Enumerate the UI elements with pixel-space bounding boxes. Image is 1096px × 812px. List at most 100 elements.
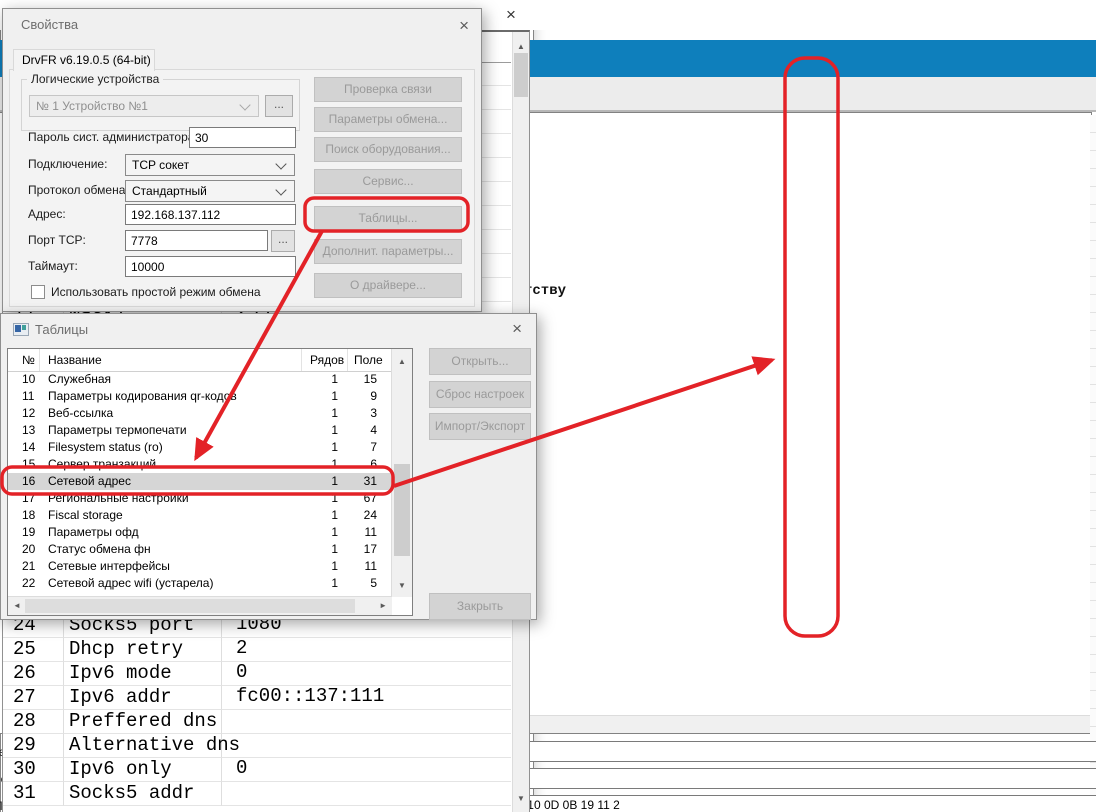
- address-input[interactable]: [125, 204, 296, 225]
- import-export-button[interactable]: Импорт/Экспорт: [429, 413, 531, 440]
- simple-mode-checkbox[interactable]: [31, 285, 45, 299]
- props-button-5[interactable]: Таблицы...: [314, 206, 462, 231]
- port-ellipsis-button[interactable]: ...: [271, 230, 295, 252]
- column-header-num[interactable]: №: [8, 349, 40, 371]
- scrollbar-thumb[interactable]: [514, 53, 528, 97]
- cell: 7: [348, 439, 392, 456]
- cell: Filesystem status (ro): [40, 439, 302, 456]
- cell: [222, 710, 511, 734]
- cell: 19: [8, 524, 40, 541]
- cell: 1: [302, 405, 348, 422]
- props-button-3[interactable]: Поиск оборудования...: [314, 137, 462, 162]
- cell: 15: [8, 456, 40, 473]
- tables-row-16[interactable]: 16Сетевой адрес131: [8, 473, 392, 490]
- cell: Веб-ссылка: [40, 405, 302, 422]
- tab-drvfr[interactable]: DrvFR v6.19.0.5 (64-bit): [13, 49, 155, 71]
- close-icon[interactable]: ×: [459, 17, 469, 34]
- properties-window: Свойства × DrvFR v6.19.0.5 (64-bit) Логи…: [2, 8, 482, 312]
- tables-row-21[interactable]: 21Сетевые интерфейсы111: [8, 558, 392, 575]
- column-header-name[interactable]: Название: [40, 349, 302, 371]
- props-button-4[interactable]: Сервис...: [314, 169, 462, 194]
- scroll-right-icon[interactable]: ►: [379, 597, 387, 614]
- tables-row-20[interactable]: 20Статус обмена фн117: [8, 541, 392, 558]
- tables-row-12[interactable]: 12Веб-ссылка13: [8, 405, 392, 422]
- tables-row-15[interactable]: 15Сервер транзакций16: [8, 456, 392, 473]
- tables-row-22[interactable]: 22Сетевой адрес wifi (устарела)15: [8, 575, 392, 592]
- tables-list-header: №НазваниеРядовПоле: [8, 349, 392, 372]
- logical-devices-label: Логические устройства: [27, 72, 163, 86]
- close-icon[interactable]: ×: [512, 320, 522, 337]
- cell: 29: [3, 734, 64, 758]
- network-row-26[interactable]: 26Ipv6 mode0: [3, 662, 511, 686]
- column-header-rows[interactable]: Рядов: [302, 349, 348, 371]
- device-combo[interactable]: № 1 Устройство №1: [29, 95, 259, 117]
- cell: 0: [222, 758, 511, 782]
- open-button[interactable]: Открыть...: [429, 348, 531, 375]
- cell: 16: [8, 473, 40, 490]
- chevron-down-icon: [275, 158, 286, 169]
- scroll-up-icon[interactable]: ▲: [398, 353, 406, 370]
- port-input[interactable]: [125, 230, 268, 251]
- cell: Параметры офд: [40, 524, 302, 541]
- tables-row-11[interactable]: 11Параметры кодирования qr-кодов19: [8, 388, 392, 405]
- tables-window: Таблицы × №НазваниеРядовПоле 10Служебная…: [0, 313, 537, 620]
- tables-hscrollbar[interactable]: ◄ ►: [8, 596, 392, 615]
- cell: 22: [8, 575, 40, 592]
- close-icon[interactable]: ×: [494, 0, 528, 30]
- cell: 9: [348, 388, 392, 405]
- network-row-31[interactable]: 31Socks5 addr: [3, 782, 511, 806]
- scrollbar-thumb[interactable]: [394, 464, 410, 556]
- timeout-input[interactable]: [125, 256, 296, 277]
- tables-row-10[interactable]: 10Служебная115: [8, 371, 392, 388]
- tables-row-18[interactable]: 18Fiscal storage124: [8, 507, 392, 524]
- cell: Preffered dns: [64, 710, 222, 734]
- address-label: Адрес:: [28, 207, 66, 221]
- tables-vscrollbar[interactable]: ▲ ▼: [391, 349, 412, 597]
- window-title: Свойства: [21, 17, 78, 32]
- tables-row-14[interactable]: 14Filesystem status (ro)17: [8, 439, 392, 456]
- cell: 1: [302, 388, 348, 405]
- cell: 4: [348, 422, 392, 439]
- device-ellipsis-button[interactable]: ...: [265, 95, 293, 117]
- cell: 18: [8, 507, 40, 524]
- scroll-down-icon[interactable]: ▼: [398, 577, 406, 594]
- cell: 67: [348, 490, 392, 507]
- cell: [222, 782, 511, 806]
- reset-settings-button[interactable]: Сброс настроек: [429, 381, 531, 408]
- connection-label: Подключение:: [28, 157, 107, 171]
- tables-row-17[interactable]: 17Региональные настройки167: [8, 490, 392, 507]
- tables-rows: 10Служебная11511Параметры кодирования qr…: [8, 371, 392, 592]
- scrollbar-thumb[interactable]: [25, 599, 355, 613]
- network-row-25[interactable]: 25Dhcp retry2: [3, 638, 511, 662]
- close-button[interactable]: Закрыть: [429, 593, 531, 620]
- cell: Alternative dns: [64, 734, 222, 758]
- network-row-28[interactable]: 28Preffered dns: [3, 710, 511, 734]
- tables-row-13[interactable]: 13Параметры термопечати14: [8, 422, 392, 439]
- cell: Сетевые интерфейсы: [40, 558, 302, 575]
- cell: 0: [222, 662, 511, 686]
- window-icon: [13, 323, 29, 336]
- timeout-label: Таймаут:: [28, 259, 78, 273]
- props-button-7[interactable]: О драйвере...: [314, 273, 462, 298]
- simple-mode-label: Использовать простой режим обмена: [51, 285, 261, 299]
- password-input[interactable]: [189, 127, 296, 148]
- cell: 20: [8, 541, 40, 558]
- connection-combo-value: TCP сокет: [132, 158, 189, 172]
- cell: 1: [302, 439, 348, 456]
- network-row-30[interactable]: 30Ipv6 only0: [3, 758, 511, 782]
- cell: Сетевой адрес wifi (устарела): [40, 575, 302, 592]
- props-button-1[interactable]: Проверка связи: [314, 77, 462, 102]
- props-button-2[interactable]: Параметры обмена...: [314, 107, 462, 132]
- scroll-down-icon[interactable]: ▼: [517, 790, 525, 807]
- protocol-combo[interactable]: Стандартный: [125, 180, 295, 202]
- cell: Служебная: [40, 371, 302, 388]
- chevron-down-icon: [275, 184, 286, 195]
- connection-combo[interactable]: TCP сокет: [125, 154, 295, 176]
- props-button-6[interactable]: Дополнит. параметры...: [314, 239, 462, 264]
- column-header-fields[interactable]: Поле: [348, 349, 386, 371]
- network-row-29[interactable]: 29Alternative dns: [3, 734, 511, 758]
- tables-row-19[interactable]: 19Параметры офд111: [8, 524, 392, 541]
- cell: Ipv6 only: [64, 758, 222, 782]
- scroll-left-icon[interactable]: ◄: [13, 597, 21, 614]
- network-row-27[interactable]: 27Ipv6 addrfc00::137:111: [3, 686, 511, 710]
